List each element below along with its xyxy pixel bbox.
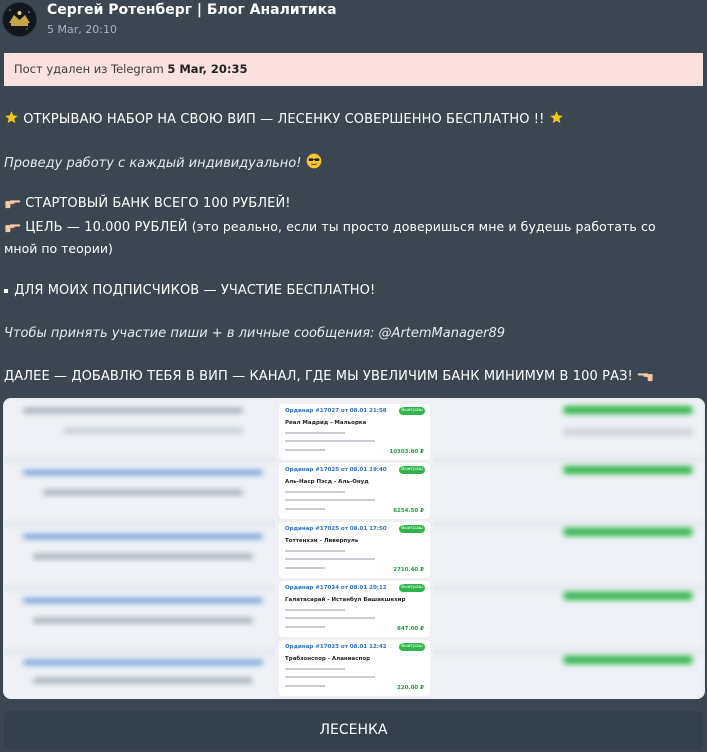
win-badge: Выиграш bbox=[399, 584, 425, 592]
headline-text: ОТКРЫВАЮ НАБОР НА СВОЮ ВИП — ЛЕСЕНКУ СОВ… bbox=[23, 112, 545, 127]
bet-match: Реал Мадрид - Мальорка bbox=[285, 420, 367, 426]
post-line-contact: Чтобы принять участие пиши + в личные со… bbox=[4, 326, 506, 341]
star-icon bbox=[549, 110, 564, 129]
pointing-hand-icon bbox=[4, 220, 21, 237]
pointing-hand-icon bbox=[637, 369, 654, 386]
bet-card: Ординар #17024 от 08.01 20:12 Выиграш Га… bbox=[279, 581, 430, 637]
post-line-goal-cont: мной по теории) bbox=[4, 241, 113, 256]
win-badge: Выиграш bbox=[399, 407, 425, 415]
post-time: 5 Mar, 20:10 bbox=[47, 23, 117, 36]
star-icon bbox=[4, 110, 19, 129]
bet-order: Ординар #17023 от 08.01 12:42 bbox=[285, 644, 387, 650]
channel-name[interactable]: Сергей Ротенберг | Блог Аналитика bbox=[47, 2, 337, 18]
win-badge: Выиграш bbox=[399, 643, 425, 651]
goal-text: ЦЕЛЬ — 10.000 РУБЛЕЙ bbox=[25, 220, 188, 235]
bet-order: Ординар #17024 от 08.01 20:12 bbox=[285, 585, 387, 591]
bet-card: Ординар #17025 от 08.01 17:50 Выиграш То… bbox=[279, 522, 430, 578]
bet-payout: 10303.80 ₽ bbox=[389, 449, 424, 455]
bet-order: Ординар #17025 от 08.01 19:40 bbox=[285, 467, 387, 473]
bet-match: Тоттенхэм - Ливерпуль bbox=[285, 538, 359, 544]
bet-order: Ординар #17027 от 08.01 21:58 bbox=[285, 408, 387, 414]
goal-note: (это реально, если ты просто довеpишься … bbox=[191, 219, 656, 234]
post-line-goal: ЦЕЛЬ — 10.000 РУБЛЕЙ (это реально, если … bbox=[4, 219, 656, 237]
intro-text: Проведу работу с каждый индивидуально! bbox=[4, 156, 302, 171]
deleted-banner: Пост удален из Telegram 5 Mar, 20:35 bbox=[4, 53, 703, 86]
post-line-headline: ОТКРЫВАЮ НАБОР НА СВОЮ ВИП — ЛЕСЕНКУ СОВ… bbox=[4, 110, 564, 129]
deleted-banner-text: Пост удален из Telegram bbox=[14, 62, 164, 76]
post-line-next: ДАЛЕЕ — ДОБАВЛЮ ТЕБЯ В ВИП — КАНАЛ, ГДЕ … bbox=[4, 369, 654, 386]
next-text: ДАЛЕЕ — ДОБАВЛЮ ТЕБЯ В ВИП — КАНАЛ, ГДЕ … bbox=[4, 369, 633, 384]
small-square-icon bbox=[4, 285, 10, 300]
bet-history-phone: Ординар #17027 от 08.01 21:58 Выиграш Ре… bbox=[275, 398, 434, 699]
post-line-bank: СТАРТОВЫЙ БАНК ВСЕГО 100 РУБЛЕЙ! bbox=[4, 196, 291, 213]
ladder-button[interactable]: ЛЕСЕНКА bbox=[4, 711, 703, 750]
bet-payout: 847.00 ₽ bbox=[397, 626, 424, 632]
subscribers-text: ДЛЯ МОИХ ПОДПИСЧИКОВ — УЧАСТИЕ БЕСПЛАТНО… bbox=[14, 283, 376, 298]
bet-card: Ординар #17025 от 08.01 19:40 Выиграш Ал… bbox=[279, 463, 430, 519]
bet-order: Ординар #17025 от 08.01 17:50 bbox=[285, 526, 387, 532]
channel-avatar[interactable] bbox=[3, 3, 36, 36]
bet-payout: 6254.50 ₽ bbox=[393, 508, 424, 514]
bank-text: СТАРТОВЫЙ БАНК ВСЕГО 100 РУБЛЕЙ! bbox=[25, 196, 291, 211]
post-line-intro: Проведу работу с каждый индивидуально! bbox=[4, 153, 322, 173]
attached-screenshot[interactable]: Ординар #17027 от 08.01 21:58 Выиграш Ре… bbox=[3, 398, 705, 699]
bet-payout: 2710.40 ₽ bbox=[393, 567, 424, 573]
post-header: Сергей Ротенберг | Блог Аналитика 5 Mar,… bbox=[0, 0, 707, 48]
bet-card: Ординар #17023 от 08.01 12:42 Выиграш Тр… bbox=[279, 640, 430, 696]
post-line-subscribers: ДЛЯ МОИХ ПОДПИСЧИКОВ — УЧАСТИЕ БЕСПЛАТНО… bbox=[4, 283, 375, 300]
bet-match: Галатасарай - Истанбул Башакшехир bbox=[285, 597, 406, 603]
sunglasses-emoji-icon bbox=[306, 153, 322, 173]
win-badge: Выиграш bbox=[399, 466, 425, 474]
bet-card: Ординар #17027 от 08.01 21:58 Выиграш Ре… bbox=[279, 404, 430, 460]
bet-payout: 220.00 ₽ bbox=[397, 685, 424, 691]
win-badge: Выиграш bbox=[399, 525, 425, 533]
bet-match: Трабзонспор - Аланиаспор bbox=[285, 656, 371, 662]
bet-match: Аль-Наср Пэсд - Аль-Онуд bbox=[285, 479, 369, 485]
deleted-banner-date: 5 Mar, 20:35 bbox=[167, 62, 248, 76]
pointing-hand-icon bbox=[4, 196, 21, 213]
